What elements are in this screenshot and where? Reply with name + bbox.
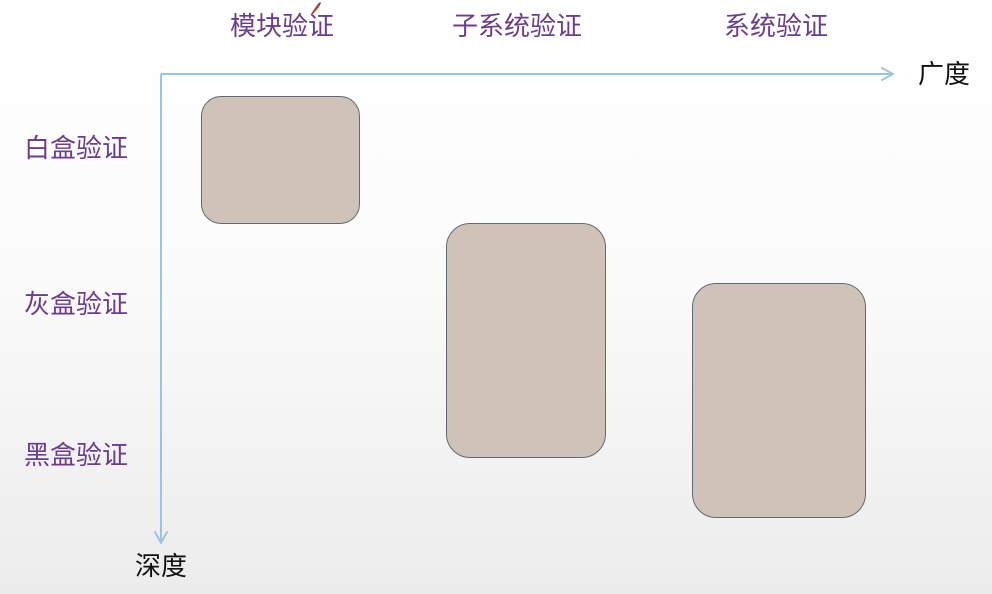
block-subsystem-graybox-blackbox [446,223,606,458]
verification-matrix-diagram: 模块验证 子系统验证 系统验证 广度 深度 白盒验证 灰盒验证 黑盒验证 [0,0,992,594]
pen-cursor-icon [311,2,321,14]
block-system-graybox-blackbox [692,283,866,518]
block-module-whitebox [201,96,360,224]
